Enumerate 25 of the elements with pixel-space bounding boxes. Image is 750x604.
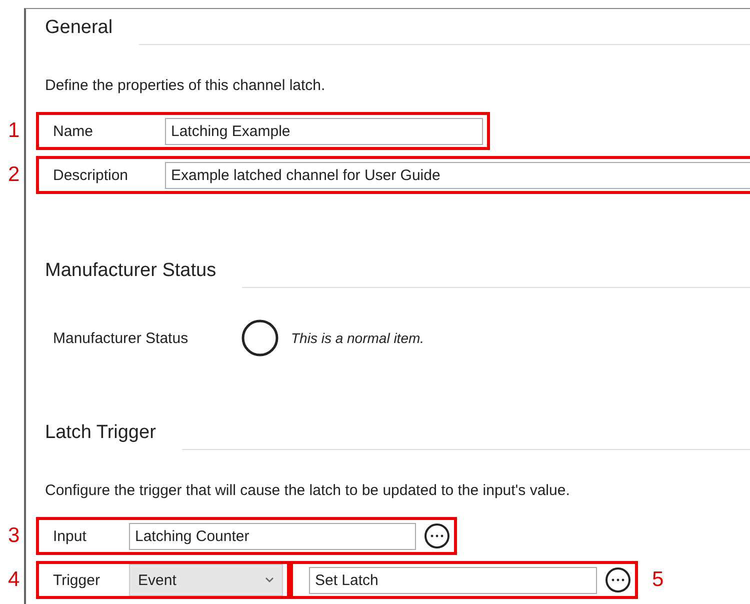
field-label: Manufacturer Status	[53, 330, 190, 346]
field-label: Name	[53, 122, 94, 140]
callout-number: 3	[8, 524, 21, 548]
section-description: Configure the trigger that will cause the latch to be updated to the input's value.	[45, 482, 571, 499]
callout-number: 4	[8, 568, 21, 592]
callout-number: 5	[652, 568, 664, 592]
text-field[interactable]: Latching Counter	[129, 522, 416, 550]
status-text: This is a normal item.	[291, 330, 424, 346]
section-heading: General	[45, 17, 113, 40]
more-icon[interactable]	[605, 567, 631, 593]
field-label: Input	[53, 528, 88, 544]
section-heading: Manufacturer Status	[45, 260, 216, 283]
section-description: Define the properties of this channel latch.	[45, 77, 326, 94]
status-circle-icon	[241, 319, 279, 357]
field-label: Trigger	[53, 572, 101, 588]
text-field[interactable]: Example latched channel for User Guide	[165, 162, 750, 188]
callout-number: 2	[8, 163, 21, 187]
more-icon[interactable]	[424, 523, 450, 549]
callout-number: 1	[8, 119, 21, 143]
chevron-icon	[265, 577, 274, 583]
section-heading: Latch Trigger	[45, 422, 156, 445]
text-field[interactable]: Latching Example	[165, 118, 483, 144]
text-field[interactable]: Set Latch	[309, 566, 597, 594]
field-label: Description	[53, 166, 130, 184]
dropdown[interactable]: Event	[129, 564, 283, 596]
